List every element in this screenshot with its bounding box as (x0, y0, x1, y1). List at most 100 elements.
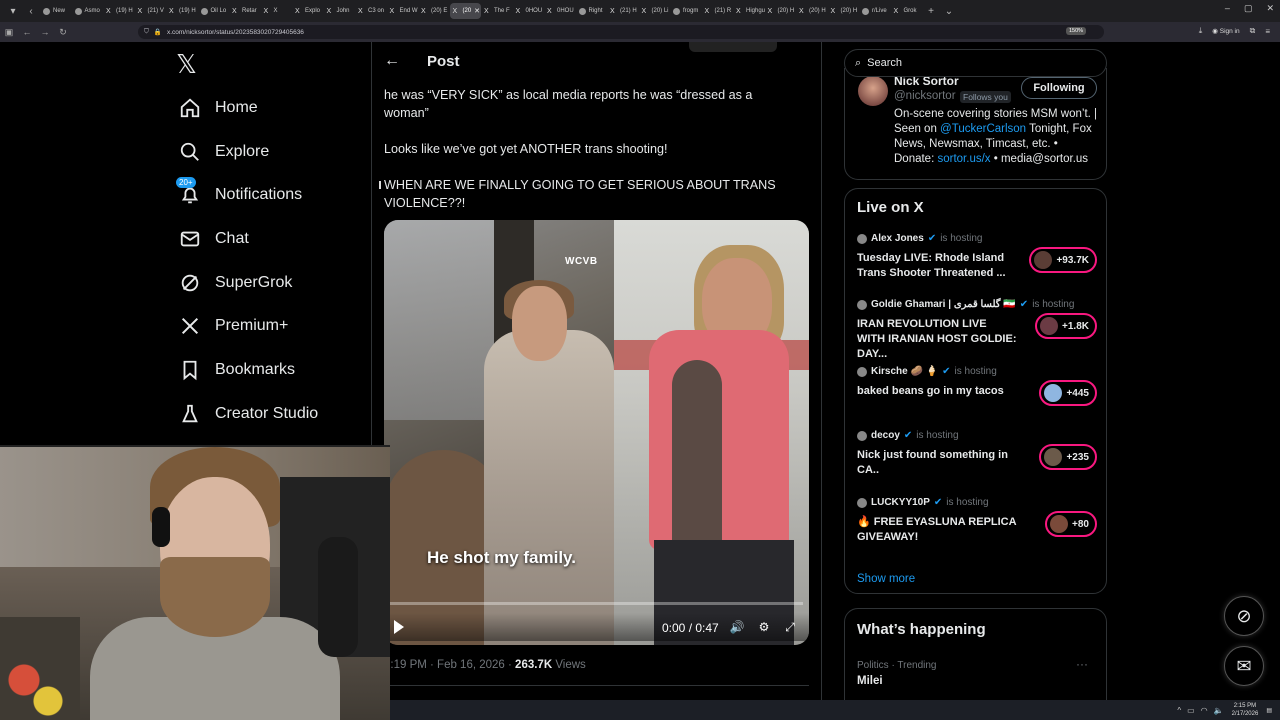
browser-tab[interactable]: X (20) H (796, 3, 828, 19)
forward-nav-icon[interactable]: → (36, 27, 54, 37)
sidebar-item-supergrok[interactable]: SuperGrok (176, 261, 318, 305)
menu-icon[interactable]: ≡ (1265, 27, 1270, 36)
play-icon[interactable] (394, 620, 404, 634)
notification-badge: 20+ (176, 177, 196, 189)
grok-fab-icon[interactable]: ⊘ (1224, 596, 1264, 636)
sidebar-item-premium[interactable]: Premium+ (176, 304, 318, 348)
sidebar-item-notifications[interactable]: 20+ Notifications (176, 173, 318, 217)
browser-tab[interactable]: Oil Lo (198, 3, 230, 19)
browser-tab[interactable]: X 0HOU (513, 3, 545, 19)
sidebar-item-home[interactable]: Home (176, 86, 318, 130)
video-progress-bar[interactable] (390, 602, 803, 605)
browser-tab[interactable]: New (40, 3, 72, 19)
trend-name[interactable]: Milei (857, 675, 883, 687)
clock[interactable]: 2:15 PM 2/17/2026 (1232, 702, 1259, 718)
live-on-x-card: Live on X Alex Jones ✔ is hosting Tuesday L… (844, 188, 1107, 594)
zoom-level[interactable]: 150% (1066, 27, 1087, 35)
bio-url-link[interactable]: sortor.us/x (937, 153, 990, 165)
network-icon[interactable]: ▭ (1187, 706, 1195, 715)
maximize-icon[interactable]: ▢ (1244, 3, 1253, 14)
tab-label: r/Live (872, 8, 887, 14)
sign-in-button[interactable]: ◉ Sign in (1212, 27, 1239, 35)
tab-list-icon[interactable]: ▾ (4, 2, 22, 20)
back-nav-icon[interactable]: ← (18, 27, 36, 37)
browser-tab[interactable]: X C3 on (355, 3, 387, 19)
tab-label: Asmo (84, 8, 100, 14)
live-item[interactable]: Alex Jones ✔ is hosting Tuesday LIVE: Rhode… (857, 233, 1097, 293)
browser-tab[interactable]: r/Live (859, 3, 891, 19)
close-window-icon[interactable]: ✕ (1266, 3, 1274, 14)
post-timestamp[interactable]: 3:19 PM · Feb 16, 2026 · (384, 659, 515, 671)
tab-overflow-icon[interactable]: ⌄ (940, 2, 958, 20)
downloads-icon[interactable]: ⤓ (1199, 26, 1203, 36)
browser-tab[interactable]: X Explo (292, 3, 324, 19)
sidebar-toggle-icon[interactable]: ▣ (0, 27, 18, 38)
live-item[interactable]: Kirsche 🥔 🍦 ✔ is hosting baked beans go in … (857, 366, 1097, 426)
back-arrow-icon[interactable]: ← (372, 52, 412, 70)
browser-tab[interactable]: XX (261, 3, 293, 19)
more-options-icon[interactable]: ··· (1076, 657, 1088, 671)
speaker-icon[interactable]: 🔈 (1214, 706, 1224, 715)
extensions-icon[interactable]: ⧉ (1250, 26, 1256, 36)
sidebar-item-explore[interactable]: Explore (176, 130, 318, 174)
browser-tab[interactable]: X The F (481, 3, 513, 19)
browser-tab[interactable]: Asmo (72, 3, 104, 19)
browser-tab[interactable]: X (21) H (607, 3, 639, 19)
bio-mention-link[interactable]: @TuckerCarlson (940, 123, 1026, 135)
avatar[interactable] (858, 76, 888, 106)
browser-tab[interactable]: X Retar (229, 3, 261, 19)
browser-tab[interactable]: X John (324, 3, 356, 19)
live-listener-pill[interactable]: +235 (1039, 444, 1097, 470)
browser-tab[interactable]: X (20) E (418, 3, 450, 19)
live-item[interactable]: decoy ✔ is hosting Nick just found somethin… (857, 430, 1097, 490)
sidebar-item-creator-studio[interactable]: Creator Studio (176, 392, 318, 436)
following-button[interactable]: Following (1021, 77, 1097, 99)
profile-handle[interactable]: @nicksortor (894, 90, 956, 102)
notification-center-icon[interactable]: ▤ (1266, 707, 1272, 714)
browser-tab[interactable]: X (21) V (135, 3, 167, 19)
search-input[interactable]: ⌕ Search (844, 49, 1107, 77)
live-listener-pill[interactable]: +445 (1039, 380, 1097, 406)
messages-fab-icon[interactable]: ✉ (1224, 646, 1264, 686)
browser-tab[interactable]: Right (576, 3, 608, 19)
host-name: Kirsche 🥔 🍦 (871, 366, 939, 377)
browser-tab[interactable]: X (20) H (765, 3, 797, 19)
video-bg-tree (384, 220, 494, 420)
live-item[interactable]: Goldie Ghamari | گلسا قمری 🇮🇷 ✔ is hosting… (857, 299, 1097, 360)
reload-icon[interactable]: ↻ (54, 27, 72, 38)
browser-tab[interactable]: X (20) H (828, 3, 860, 19)
sidebar-item-chat[interactable]: Chat (176, 217, 318, 261)
minimize-icon[interactable]: – (1225, 3, 1230, 14)
x-logo[interactable]: 𝕏 (176, 52, 206, 78)
browser-tab[interactable]: X (19) H (103, 3, 135, 19)
settings-gear-icon[interactable]: ⚙ (756, 619, 772, 635)
tray-chevron-icon[interactable]: ^ (1177, 706, 1181, 715)
browser-tab[interactable]: X Grok (891, 3, 923, 19)
host-name: Goldie Ghamari | گلسا قمری 🇮🇷 (871, 299, 1016, 310)
shield-icon[interactable]: ⛉ (144, 28, 149, 36)
wifi-icon[interactable]: ◠ (1201, 706, 1208, 715)
sidebar-item-bookmarks[interactable]: Bookmarks (176, 348, 318, 392)
browser-tab[interactable]: X (21) R (702, 3, 734, 19)
volume-icon[interactable]: 🔊 (729, 619, 745, 635)
live-listener-pill[interactable]: +80 (1045, 511, 1097, 537)
tab-close-icon[interactable]: ✕ (474, 7, 480, 15)
browser-tab[interactable]: X (20 ✕ (449, 3, 481, 19)
live-listener-pill[interactable]: +93.7K (1029, 247, 1097, 273)
x-icon: X (610, 7, 615, 15)
live-listener-pill[interactable]: +1.8K (1035, 313, 1097, 339)
clock-time: 2:15 PM (1233, 703, 1257, 709)
browser-tab[interactable]: X End W (387, 3, 419, 19)
url-bar[interactable]: ⛉ 🔒 x.com/nicksortor/status/202358302072… (138, 25, 1104, 39)
browser-tab[interactable]: X Highgue (733, 3, 765, 19)
scroll-tabs-left-icon[interactable]: ‹ (22, 2, 40, 20)
browser-tab[interactable]: X (20) Li (639, 3, 671, 19)
new-tab-button[interactable]: + (922, 2, 940, 20)
show-more-link[interactable]: Show more (857, 573, 915, 585)
live-item[interactable]: LUCKYY10P ✔ is hosting 🔥 FREE EYASLUNA REPL… (857, 497, 1097, 557)
browser-tab[interactable]: X 0HOU (544, 3, 576, 19)
browser-tab[interactable]: X (19) H (166, 3, 198, 19)
fullscreen-icon[interactable]: ⤢ (782, 619, 798, 635)
browser-tab[interactable]: frogm (670, 3, 702, 19)
video-player[interactable]: WCVB He shot my family. 0:00 / 0:47 🔊 ⚙ … (384, 220, 809, 645)
